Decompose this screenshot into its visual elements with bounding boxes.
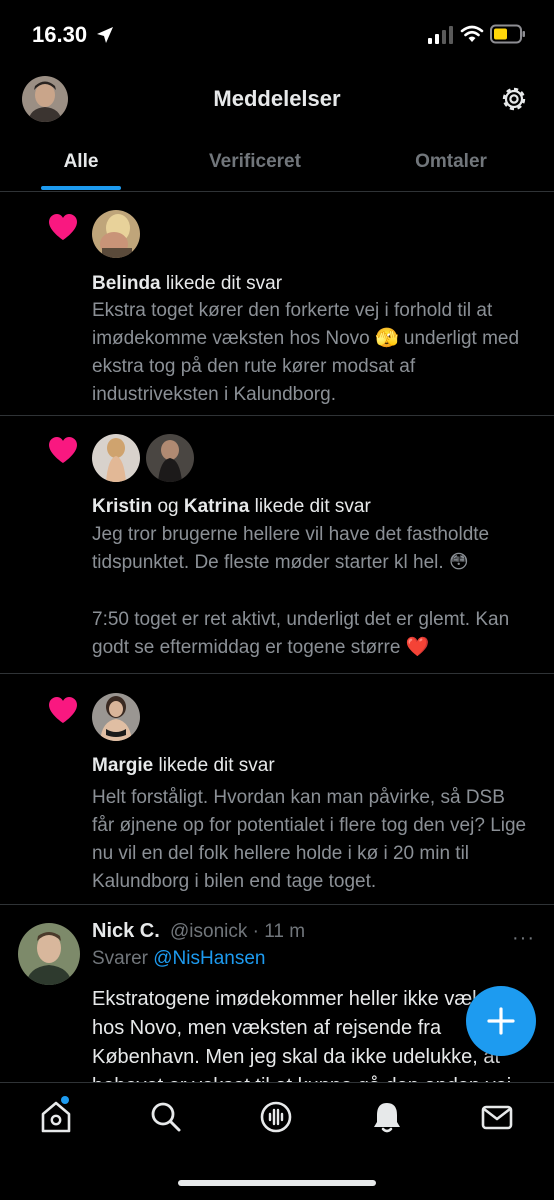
page-title: Meddelelser <box>213 86 341 111</box>
notification-text: Ekstra toget kører den forkerte vej i fo… <box>92 300 520 405</box>
tab-bar: Alle Verificeret Omtaler <box>0 132 554 192</box>
reply-context: Svarer @NisHansen <box>92 948 265 970</box>
action-text: likede dit svar <box>249 496 371 517</box>
actor-name[interactable]: Katrina <box>184 496 249 517</box>
spaces-icon[interactable] <box>258 1099 294 1135</box>
avatar[interactable] <box>18 923 80 985</box>
home-icon[interactable] <box>38 1099 74 1135</box>
mail-icon[interactable] <box>479 1099 515 1135</box>
plus-icon <box>487 1007 515 1035</box>
compose-button[interactable] <box>466 986 536 1056</box>
active-tab-indicator <box>41 186 121 190</box>
reply-mention[interactable]: @NisHansen <box>153 948 265 969</box>
avatar[interactable] <box>92 434 140 482</box>
notification-text: 7:50 toget er ret aktivt, underligt det … <box>92 609 510 658</box>
more-options-icon[interactable]: ··· <box>512 927 535 950</box>
wifi-icon <box>460 25 484 42</box>
battery-icon <box>490 24 525 44</box>
author-name[interactable]: Nick C. <box>92 920 160 943</box>
notification-dot <box>61 1096 69 1104</box>
notification-actors: Belinda likede dit svar <box>92 273 282 295</box>
reply-tweet[interactable]: Nick C. @isonick · 11 m ··· Svarer @NisH… <box>0 905 554 1085</box>
tab-omtaler[interactable]: Omtaler <box>348 132 554 192</box>
tab-verificeret[interactable]: Verificeret <box>162 132 348 192</box>
notification-item[interactable]: Kristin og Katrina likede dit svar Jeg t… <box>0 416 554 674</box>
status-bar: 16.30 <box>0 0 554 70</box>
timestamp: 11 m <box>264 921 306 942</box>
notification-actors: Margie likede dit svar <box>92 755 275 777</box>
tab-alle[interactable]: Alle <box>0 132 162 192</box>
notification-item[interactable]: Margie likede dit svar Helt forståligt. … <box>0 674 554 905</box>
notification-text: Helt forståligt. Hvordan kan man påvirke… <box>92 787 527 892</box>
location-arrow-icon <box>97 27 113 43</box>
status-time: 16.30 <box>32 22 88 47</box>
home-indicator[interactable] <box>178 1180 376 1186</box>
action-text: likede dit svar <box>160 273 283 294</box>
connector-text: og <box>152 496 184 517</box>
bell-icon[interactable] <box>369 1099 405 1135</box>
app-header: Meddelelser <box>0 70 554 130</box>
search-icon[interactable] <box>148 1099 184 1135</box>
actor-name[interactable]: Belinda <box>92 273 161 294</box>
heart-icon <box>49 437 77 463</box>
author-handle[interactable]: @isonick <box>170 921 247 942</box>
tweet-text: Ekstratogene imødekommer heller ikke væk… <box>92 988 520 1085</box>
author-meta: @isonick · 11 m <box>170 921 305 943</box>
notification-item[interactable]: Belinda likede dit svar Ekstra toget kør… <box>0 193 554 416</box>
avatar[interactable] <box>92 693 140 741</box>
gear-icon[interactable] <box>498 83 530 115</box>
meta-separator: · <box>247 921 265 942</box>
signal-icon <box>428 26 453 44</box>
reply-prefix: Svarer <box>92 948 154 969</box>
notification-actors: Kristin og Katrina likede dit svar <box>92 496 371 518</box>
action-text: likede dit svar <box>153 755 275 776</box>
avatar[interactable] <box>92 210 140 258</box>
actor-name[interactable]: Kristin <box>92 496 152 517</box>
actor-name[interactable]: Margie <box>92 755 153 776</box>
avatar[interactable] <box>146 434 194 482</box>
heart-icon <box>49 214 77 240</box>
heart-icon <box>49 697 77 723</box>
notification-text: Jeg tror brugerne hellere vil have det f… <box>92 524 490 573</box>
